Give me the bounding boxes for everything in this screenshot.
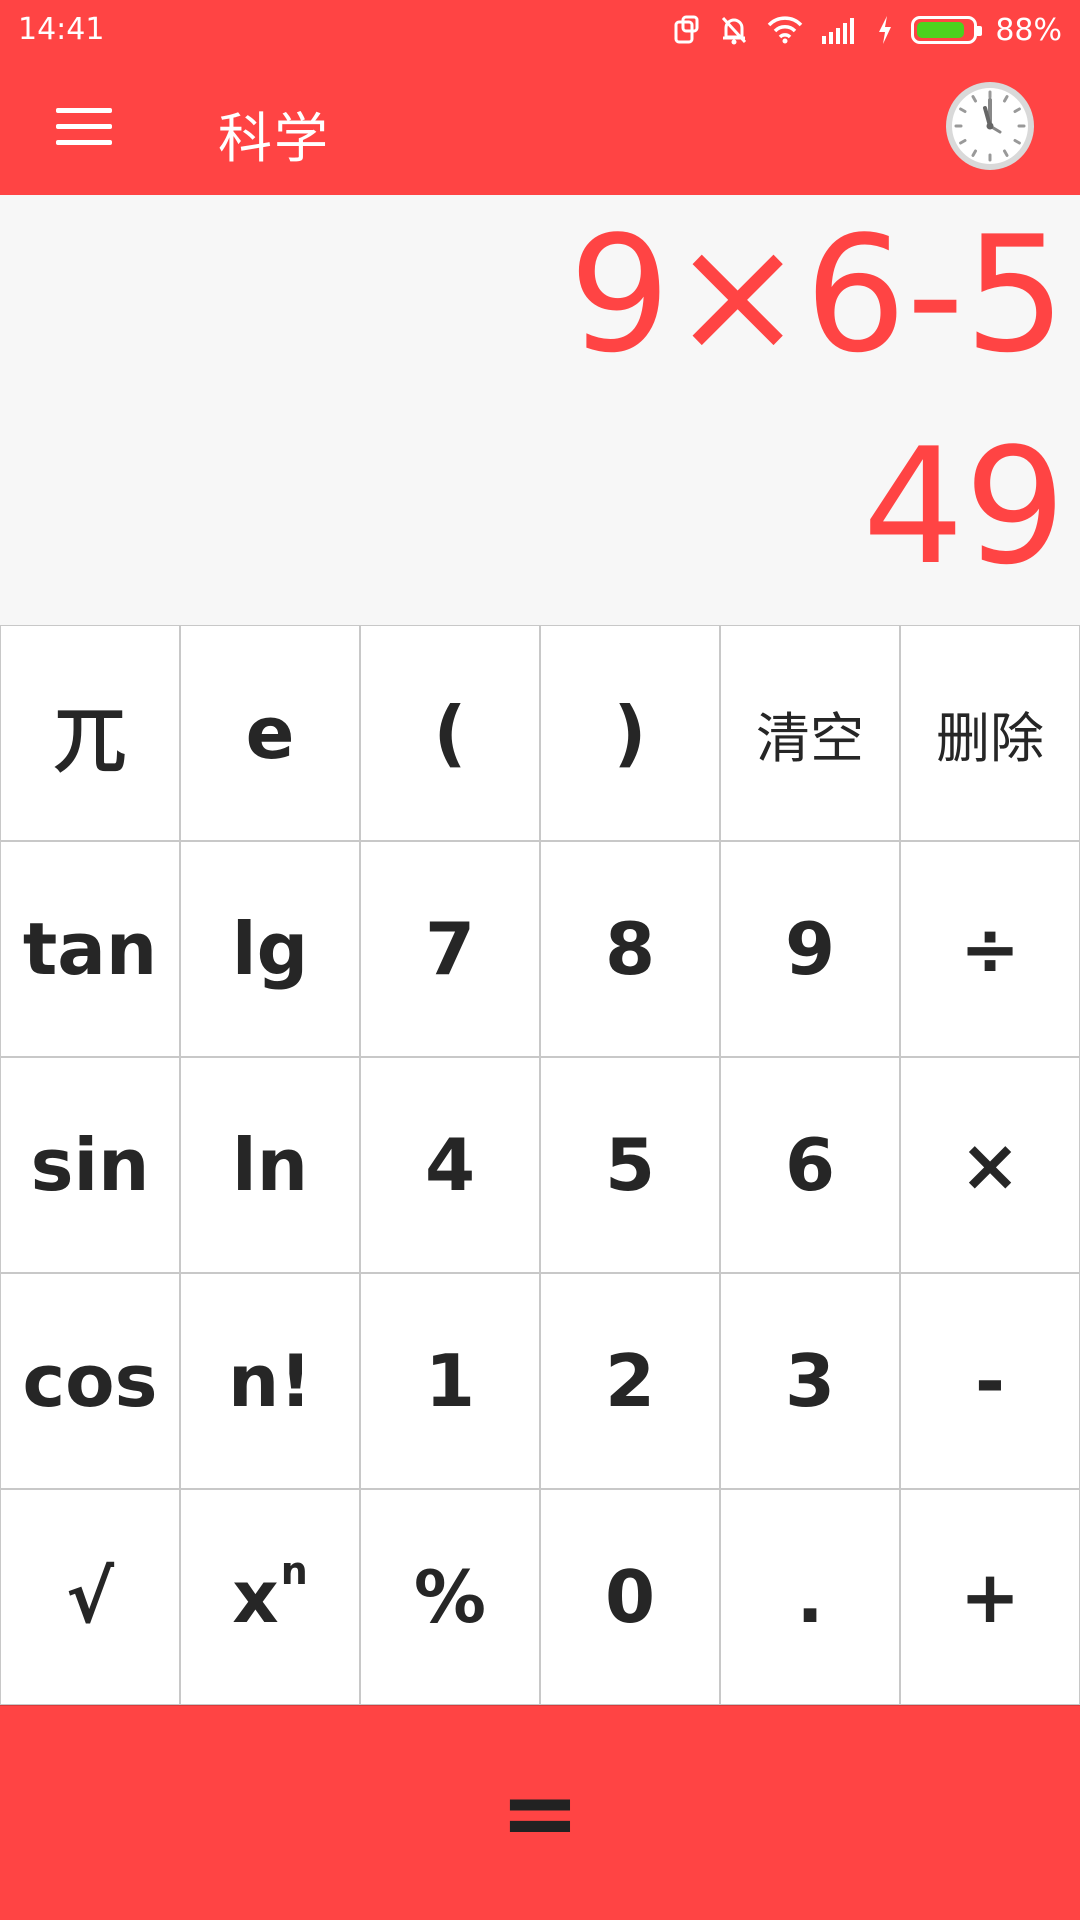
notifications-off-icon <box>719 14 749 46</box>
clock-icon <box>944 82 1036 176</box>
key-label: 7 <box>424 907 476 991</box>
calculator-display: 9×6-5 49 <box>0 195 1080 625</box>
status-time: 14:41 <box>18 12 105 47</box>
key-3[interactable]: 3 <box>720 1273 900 1489</box>
keypad: 兀 e () 清空 删除 tan lg 7 8 9 ÷ sin ln 4 5 6 × cos n! 1 2 3 - √ x n% 0… <box>0 625 1080 1705</box>
key-label: n! <box>227 1339 313 1423</box>
key-clear[interactable]: 清空 <box>720 625 900 841</box>
key-label: 6 <box>784 1123 836 1207</box>
key-6[interactable]: 6 <box>720 1057 900 1273</box>
key-label: lg <box>231 907 309 991</box>
key-ln[interactable]: ln <box>180 1057 360 1273</box>
status-bar: 14:41 88% <box>0 0 1080 60</box>
key-label: 兀 <box>53 697 126 782</box>
key-e[interactable]: e <box>180 625 360 841</box>
expression-text: 9×6-5 <box>568 201 1066 388</box>
key-power[interactable]: xn <box>180 1489 360 1705</box>
key-label: 9 <box>784 907 836 991</box>
key-label: % <box>413 1555 487 1639</box>
page-title: 科学 <box>218 107 330 170</box>
toolbar: 科学 <box>0 60 1080 195</box>
calculator-app: 14:41 88% 科学 9×6-5 49 兀 e () 清空 删除 tan … <box>0 0 1080 1920</box>
key-label: e <box>245 691 295 775</box>
key-percent[interactable]: % <box>360 1489 540 1705</box>
key-label: 1 <box>424 1339 476 1423</box>
key-open-paren[interactable]: ( <box>360 625 540 841</box>
key-4[interactable]: 4 <box>360 1057 540 1273</box>
key-label: ) <box>613 691 647 775</box>
key-label: ( <box>433 691 467 775</box>
key-plus[interactable]: + <box>900 1489 1080 1705</box>
key-lg[interactable]: lg <box>180 841 360 1057</box>
key-label: 2 <box>604 1339 656 1423</box>
battery-fill <box>917 22 965 38</box>
key-sqrt[interactable]: √ <box>0 1489 180 1705</box>
key-factorial[interactable]: n! <box>180 1273 360 1489</box>
key-label: tan <box>22 907 158 991</box>
key-label: √ <box>65 1555 115 1639</box>
key-8[interactable]: 8 <box>540 841 720 1057</box>
key-label: ln <box>232 1123 308 1207</box>
battery-tip <box>977 26 983 36</box>
key-2[interactable]: 2 <box>540 1273 720 1489</box>
key-close-paren[interactable]: ) <box>540 625 720 841</box>
charging-icon <box>877 15 893 45</box>
menu-button[interactable] <box>44 102 114 152</box>
key-sin[interactable]: sin <box>0 1057 180 1273</box>
key-label: x <box>232 1555 279 1639</box>
key-label: . <box>796 1555 824 1639</box>
battery-percent: 88% <box>995 12 1062 48</box>
key-label: 删除 <box>936 706 1044 770</box>
wifi-icon <box>767 15 803 45</box>
key-label: 0 <box>604 1555 656 1639</box>
result-text: 49 <box>862 413 1066 600</box>
key-0[interactable]: 0 <box>540 1489 720 1705</box>
key-label: 5 <box>604 1123 656 1207</box>
key-label: sin <box>30 1123 150 1207</box>
screen-rotate-icon <box>673 14 701 46</box>
key-label: × <box>959 1123 1021 1207</box>
key-label: 3 <box>784 1339 836 1423</box>
key-9[interactable]: 9 <box>720 841 900 1057</box>
key-5[interactable]: 5 <box>540 1057 720 1273</box>
key-label: ÷ <box>959 907 1021 991</box>
key-pi[interactable]: 兀 <box>0 625 180 841</box>
key-label: 4 <box>424 1123 476 1207</box>
key-minus[interactable]: - <box>900 1273 1080 1489</box>
key-delete[interactable]: 删除 <box>900 625 1080 841</box>
key-label: cos <box>22 1339 158 1423</box>
key-7[interactable]: 7 <box>360 841 540 1057</box>
key-label: 清空 <box>756 706 864 770</box>
key-superscript: n <box>280 1549 308 1593</box>
key-decimal[interactable]: . <box>720 1489 900 1705</box>
key-label: 8 <box>604 907 656 991</box>
equals-button[interactable]: = <box>0 1705 1080 1920</box>
key-label: + <box>959 1555 1021 1639</box>
status-icons: 88% <box>673 10 1062 50</box>
key-multiply[interactable]: × <box>900 1057 1080 1273</box>
history-button[interactable] <box>944 80 1036 172</box>
key-1[interactable]: 1 <box>360 1273 540 1489</box>
key-tan[interactable]: tan <box>0 841 180 1057</box>
battery-icon <box>911 16 983 44</box>
key-cos[interactable]: cos <box>0 1273 180 1489</box>
signal-icon <box>821 16 859 44</box>
key-label: - <box>975 1339 1005 1423</box>
key-divide[interactable]: ÷ <box>900 841 1080 1057</box>
